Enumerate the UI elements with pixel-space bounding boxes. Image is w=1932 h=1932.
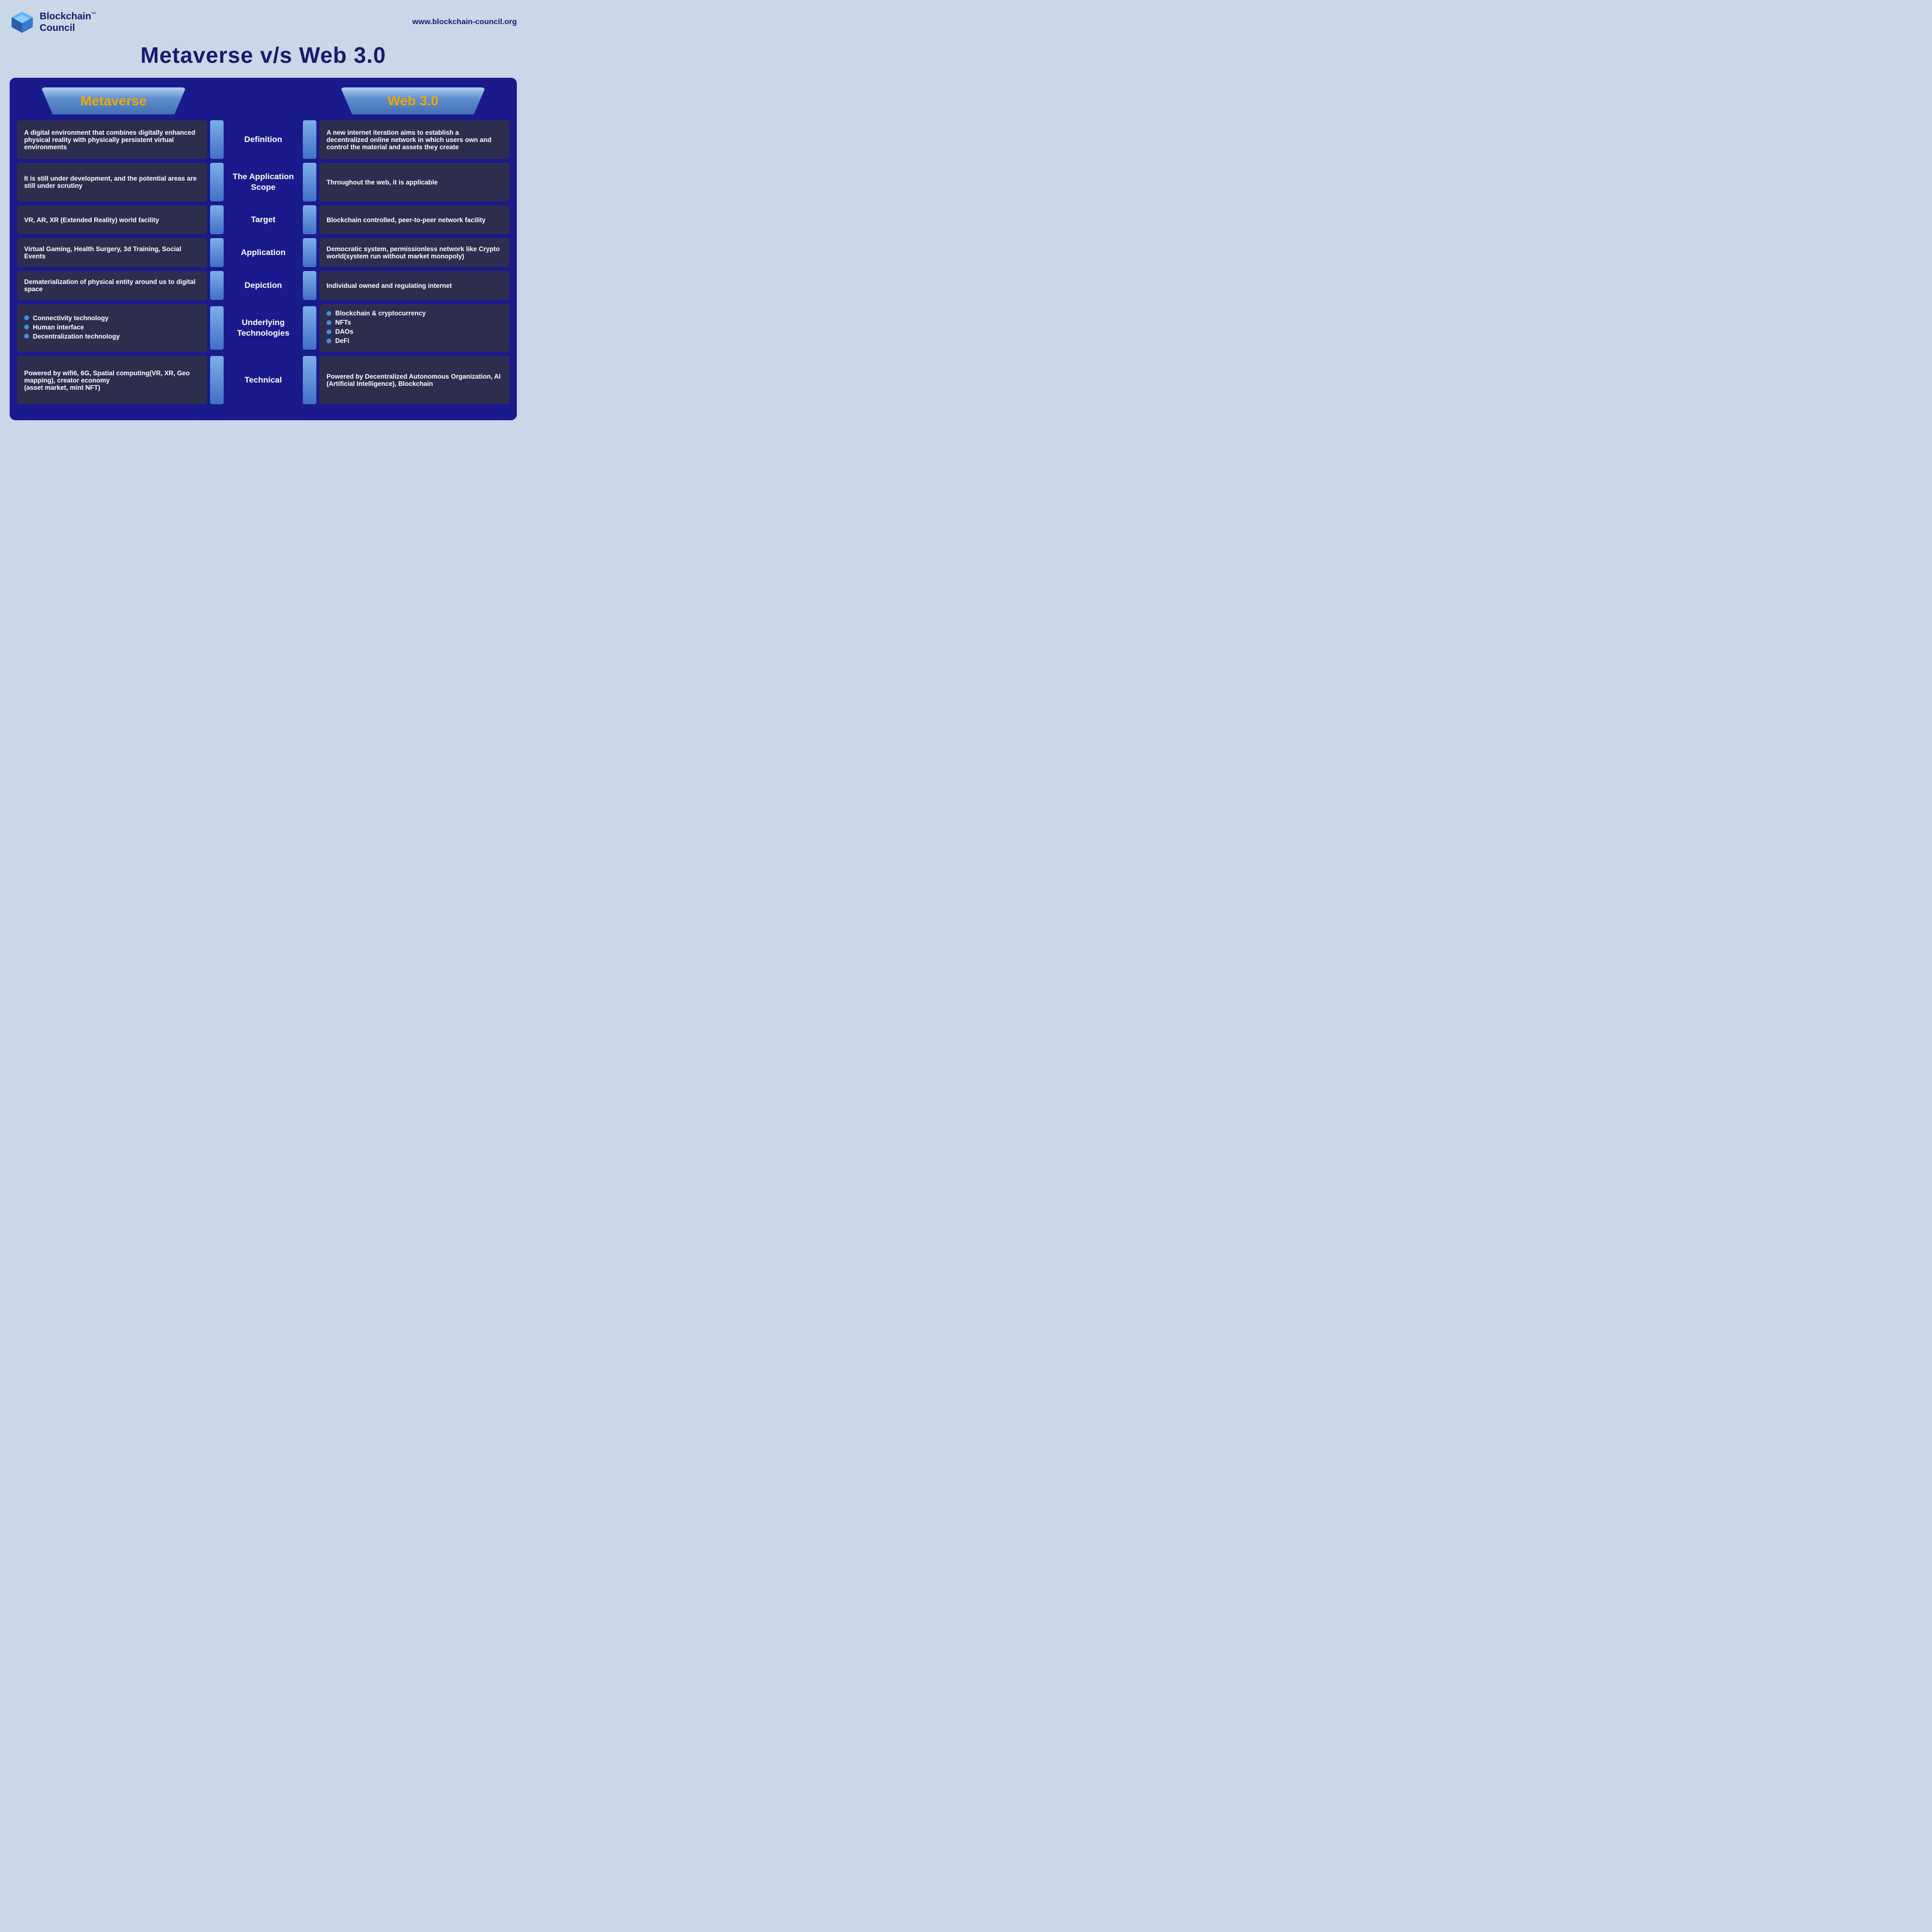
col-left-header: Metaverse xyxy=(17,87,210,114)
cell-target-left: VR, AR, XR (Extended Reality) world faci… xyxy=(17,205,207,234)
web3-header-box: Web 3.0 xyxy=(341,87,485,114)
cell-tech-left: Connectivity technology Human interface … xyxy=(17,304,207,352)
col-right-header: Web 3.0 xyxy=(316,87,510,114)
row-technical: Powered by wifi6, 6G, Spatial computing(… xyxy=(17,356,510,404)
arrow-right-icon xyxy=(303,271,316,300)
cell-target-right: Blockchain controlled, peer-to-peer netw… xyxy=(319,205,510,234)
cell-definition-right: A new internet iteration aims to establi… xyxy=(319,120,510,159)
brand-name-2: Council xyxy=(40,22,96,34)
category-scope: The Application Scope xyxy=(226,171,301,193)
arrow-right-icon xyxy=(303,120,316,159)
cell-depiction-center: Depiction xyxy=(210,271,316,300)
category-application: Application xyxy=(226,247,301,258)
logo-text: Blockchain™ Council xyxy=(40,11,96,34)
comparison-container: Metaverse Web 3.0 A digital environment … xyxy=(10,78,517,420)
arrow-right-icon xyxy=(303,306,316,350)
website-url: www.blockchain-council.org xyxy=(412,18,517,27)
metaverse-header-box: Metaverse xyxy=(41,87,186,114)
cell-technical-left: Powered by wifi6, 6G, Spatial computing(… xyxy=(17,356,207,404)
web3-title: Web 3.0 xyxy=(387,93,438,108)
list-item: Blockchain & cryptocurrency xyxy=(327,310,426,317)
row-depiction: Dematerialization of physical entity aro… xyxy=(17,271,510,300)
cell-application-left: Virtual Gaming, Health Surgery, 3d Train… xyxy=(17,238,207,267)
tech-left-list: Connectivity technology Human interface … xyxy=(24,314,120,342)
category-target: Target xyxy=(226,214,301,225)
cell-technical-center: Technical xyxy=(210,356,316,404)
list-item: NFTs xyxy=(327,319,426,326)
cell-technical-right: Powered by Decentralized Autonomous Orga… xyxy=(319,356,510,404)
metaverse-title: Metaverse xyxy=(81,93,147,108)
arrow-right-icon xyxy=(303,238,316,267)
cell-depiction-right: Individual owned and regulating internet xyxy=(319,271,510,300)
row-application: Virtual Gaming, Health Surgery, 3d Train… xyxy=(17,238,510,267)
arrow-left-icon xyxy=(210,238,224,267)
list-item: Human interface xyxy=(24,324,120,331)
category-technologies: Underlying Technologies xyxy=(226,317,301,339)
cell-definition-center: Definition xyxy=(210,120,316,159)
cell-scope-center: The Application Scope xyxy=(210,163,316,201)
column-headers: Metaverse Web 3.0 xyxy=(17,87,510,114)
arrow-left-icon xyxy=(210,356,224,404)
list-item: Decentralization technology xyxy=(24,333,120,340)
header: Blockchain™ Council www.blockchain-counc… xyxy=(10,10,517,35)
arrow-left-icon xyxy=(210,163,224,201)
blockchain-logo-icon xyxy=(10,10,35,35)
cell-tech-center: Underlying Technologies xyxy=(210,304,316,352)
arrow-left-icon xyxy=(210,205,224,234)
arrow-right-icon xyxy=(303,205,316,234)
list-item: DAOs xyxy=(327,328,426,335)
cell-application-right: Democratic system, permissionless networ… xyxy=(319,238,510,267)
page-title: Metaverse v/s Web 3.0 xyxy=(10,42,517,68)
tech-right-list: Blockchain & cryptocurrency NFTs DAOs De… xyxy=(327,310,426,346)
row-application-scope: It is still under development, and the p… xyxy=(17,163,510,201)
category-depiction: Depiction xyxy=(226,280,301,291)
row-target: VR, AR, XR (Extended Reality) world faci… xyxy=(17,205,510,234)
arrow-left-icon xyxy=(210,306,224,350)
arrow-right-icon xyxy=(303,356,316,404)
arrow-left-icon xyxy=(210,271,224,300)
cell-depiction-left: Dematerialization of physical entity aro… xyxy=(17,271,207,300)
logo-area: Blockchain™ Council xyxy=(10,10,96,35)
brand-name: Blockchain™ xyxy=(40,11,96,22)
row-technologies: Connectivity technology Human interface … xyxy=(17,304,510,352)
list-item: DeFi xyxy=(327,337,426,344)
category-definition: Definition xyxy=(226,134,301,145)
row-definition: A digital environment that combines digi… xyxy=(17,120,510,159)
col-center-header xyxy=(210,87,316,114)
category-technical: Technical xyxy=(226,375,301,385)
cell-target-center: Target xyxy=(210,205,316,234)
list-item: Connectivity technology xyxy=(24,314,120,322)
arrow-left-icon xyxy=(210,120,224,159)
arrow-right-icon xyxy=(303,163,316,201)
cell-scope-right: Throughout the web, it is applicable xyxy=(319,163,510,201)
cell-application-center: Application xyxy=(210,238,316,267)
cell-scope-left: It is still under development, and the p… xyxy=(17,163,207,201)
page-wrapper: Blockchain™ Council www.blockchain-counc… xyxy=(0,0,526,435)
cell-definition-left: A digital environment that combines digi… xyxy=(17,120,207,159)
cell-tech-right: Blockchain & cryptocurrency NFTs DAOs De… xyxy=(319,304,510,352)
